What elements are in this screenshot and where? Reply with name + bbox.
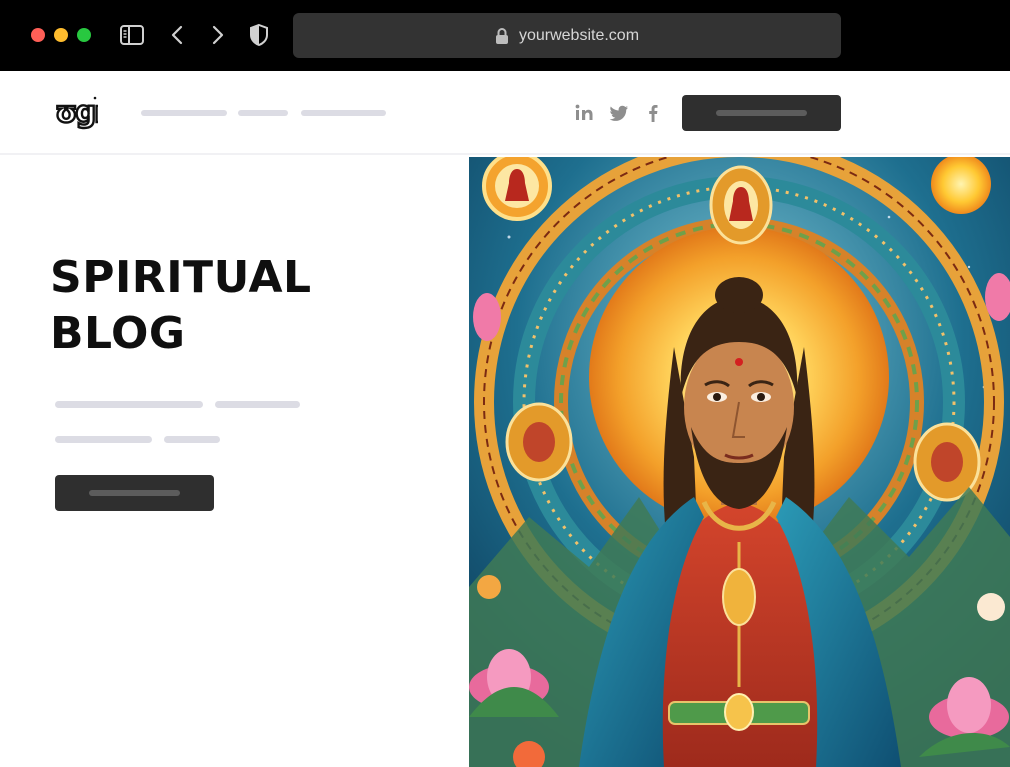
hero-title-line: BLOG [50, 308, 186, 359]
forward-icon[interactable] [204, 22, 230, 48]
lock-icon [495, 27, 508, 44]
shield-icon[interactable] [246, 22, 272, 48]
button-label-placeholder [716, 110, 807, 116]
nav-link-placeholder[interactable] [141, 110, 227, 116]
button-label-placeholder [89, 490, 180, 496]
hero-image [469, 157, 1010, 767]
nav-link-placeholder[interactable] [301, 110, 386, 116]
twitter-icon[interactable] [608, 102, 630, 124]
text-placeholder [215, 401, 300, 408]
hero-cta-button[interactable] [55, 475, 214, 511]
text-placeholder [164, 436, 220, 443]
site-header: ʊgn [0, 71, 1010, 155]
site-logo[interactable]: ʊgn [54, 94, 98, 130]
linkedin-icon[interactable] [573, 102, 595, 124]
text-placeholder [55, 401, 203, 408]
facebook-icon[interactable] [642, 102, 664, 124]
sidebar-toggle-icon[interactable] [119, 22, 145, 48]
url-text: yourwebsite.com [518, 26, 640, 44]
hero-title-line: SPIRITUAL [50, 252, 312, 303]
header-cta-button[interactable] [682, 95, 841, 131]
logo-text: ʊgn [55, 95, 98, 129]
address-bar[interactable]: yourwebsite.com [293, 13, 841, 58]
browser-chrome: yourwebsite.com [0, 0, 1010, 71]
close-window-button[interactable] [31, 28, 45, 42]
minimize-window-button[interactable] [54, 28, 68, 42]
zoom-window-button[interactable] [77, 28, 91, 42]
hero-title: SPIRITUAL BLOG [50, 250, 312, 362]
back-icon[interactable] [165, 22, 191, 48]
nav-link-placeholder[interactable] [238, 110, 288, 116]
text-placeholder [55, 436, 152, 443]
